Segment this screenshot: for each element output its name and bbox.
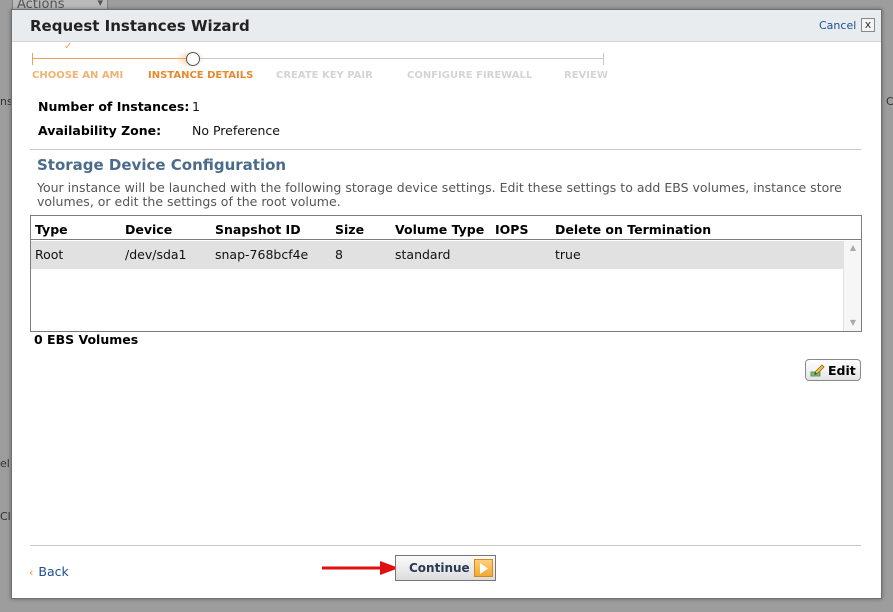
edit-button[interactable]: Edit [805,359,861,381]
column-header-delete-on-termination: Delete on Termination [555,222,712,237]
table-header: Type Device Snapshot ID Size Volume Type… [31,216,861,240]
cell-snapshot-id: snap-768bcf4e [215,247,309,262]
cancel-link[interactable]: Cancel [819,19,856,32]
storage-device-table: Type Device Snapshot ID Size Volume Type… [30,215,862,332]
background-text-fragment: Cl [0,510,11,523]
step-create-key-pair: CREATE KEY PAIR [276,70,373,81]
check-icon: ✓ [64,41,73,52]
column-header-type: Type [35,222,68,237]
step-review: REVIEW [564,70,608,81]
instances-label: Number of Instances: [38,99,190,114]
play-arrow-icon [474,559,493,577]
background-text-fragment: C [886,95,893,108]
dialog-title: Request Instances Wizard [30,17,250,35]
cell-delete-on-termination: true [555,247,581,262]
close-icon[interactable]: x [861,18,875,32]
availability-zone-value: No Preference [192,123,280,138]
chevron-down-icon: ▾ [97,0,103,9]
progress-track-completed [32,58,192,59]
storage-section-title: Storage Device Configuration [37,156,287,174]
column-header-device: Device [125,222,173,237]
cell-type: Root [35,247,64,262]
instances-value: 1 [192,99,200,114]
back-link[interactable]: ‹ Back [29,564,69,579]
background-text-fragment: el [0,457,10,470]
progress-track-start [32,53,33,65]
scroll-down-icon[interactable]: ▼ [844,316,862,330]
red-pointer-arrow [322,561,399,575]
column-header-iops: IOPS [495,222,529,237]
scroll-up-icon[interactable]: ▲ [844,241,862,255]
cell-device: /dev/sda1 [125,247,187,262]
chevron-left-icon: ‹ [29,566,34,579]
footer-divider [30,545,861,546]
edit-label: Edit [828,363,856,378]
column-header-volume-type: Volume Type [395,222,485,237]
section-divider [30,149,861,150]
pencil-icon [810,364,825,377]
column-header-size: Size [335,222,365,237]
cell-volume-type: standard [395,247,451,262]
storage-section-description: Your instance will be launched with the … [37,180,842,209]
table-row[interactable]: Root /dev/sda1 snap-768bcf4e 8 standard … [31,241,843,269]
progress-track-end [603,53,604,65]
continue-label: Continue [409,561,470,575]
continue-button[interactable]: Continue [395,555,496,581]
current-step-marker [186,52,200,66]
dialog-titlebar: Request Instances Wizard Cancel x [12,10,881,42]
cell-size: 8 [335,247,343,262]
step-configure-firewall: CONFIGURE FIREWALL [407,70,533,81]
step-instance-details: INSTANCE DETAILS [148,70,254,81]
request-instances-dialog: Request Instances Wizard Cancel x ✓ CHOO… [11,9,882,599]
step-choose-ami: CHOOSE AN AMI [32,70,124,81]
back-label: Back [38,564,69,579]
availability-zone-label: Availability Zone: [38,123,162,138]
table-scrollbar[interactable]: ▲ ▼ [843,241,861,331]
ebs-volume-count: 0 EBS Volumes [34,332,139,347]
column-header-snapshot-id: Snapshot ID [215,222,301,237]
